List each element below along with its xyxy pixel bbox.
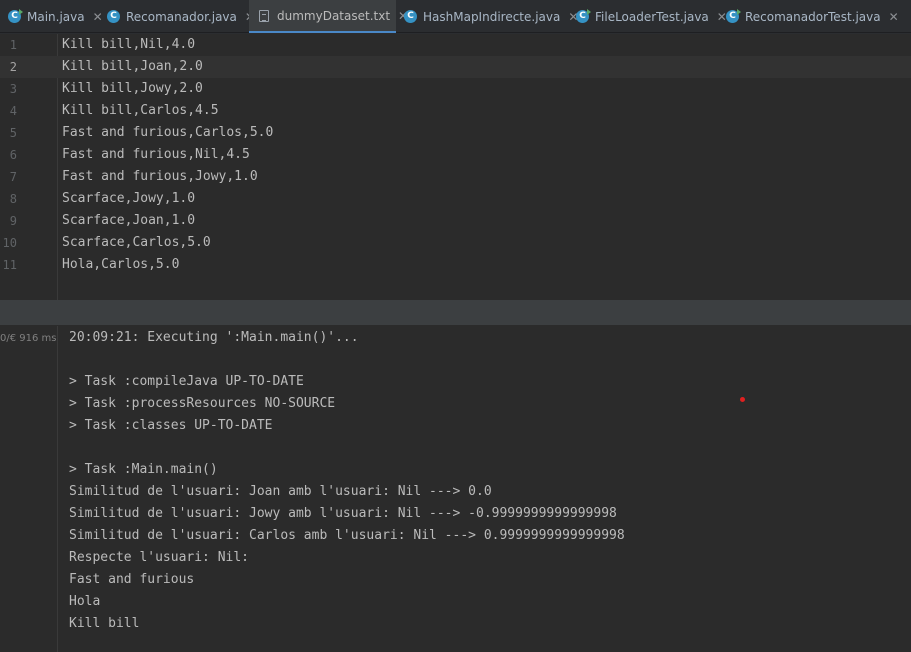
editor-tab-bar: C Main.java ✕ C Recomanador.java ✕ dummy…: [0, 0, 911, 33]
tab-main-java[interactable]: C Main.java ✕: [0, 0, 103, 33]
editor-line[interactable]: 6 Fast and furious,Nil,4.5: [0, 144, 911, 166]
line-number: 10: [2, 236, 17, 250]
execution-time: 0/€ 916 ms: [0, 333, 57, 344]
console-line: > Task :classes UP-TO-DATE: [69, 418, 273, 433]
line-number: 5: [9, 126, 17, 140]
editor-line[interactable]: 10 Scarface,Carlos,5.0: [0, 232, 911, 254]
console-line: 20:09:21: Executing ':Main.main()'...: [69, 330, 359, 345]
tab-label: FileLoaderTest.java: [595, 9, 709, 24]
line-text: Fast and furious,Carlos,5.0: [62, 125, 274, 140]
tab-hashmapindirecte-java[interactable]: C HashMapIndirecte.java ✕: [396, 0, 578, 33]
console-line: > Task :compileJava UP-TO-DATE: [69, 374, 304, 389]
java-class-icon: C: [107, 10, 120, 23]
editor-line[interactable]: 4 Kill bill,Carlos,4.5: [0, 100, 911, 122]
tab-label: RecomanadorTest.java: [745, 9, 881, 24]
editor-line[interactable]: 5 Fast and furious,Carlos,5.0: [0, 122, 911, 144]
text-editor[interactable]: 1 Kill bill,Nil,4.0 2 Kill bill,Joan,2.0 3…: [0, 34, 911, 300]
console-line: Fast and furious: [69, 572, 195, 587]
tab-label: Recomanador.java: [126, 9, 237, 24]
run-console[interactable]: 0/€ 916 ms 20:09:21: Executing ':Main.ma…: [0, 326, 911, 652]
console-gutter: 0/€ 916 ms: [0, 326, 58, 652]
line-number: 2: [9, 60, 17, 74]
close-icon[interactable]: ✕: [889, 10, 899, 24]
tab-recomanador-java[interactable]: C Recomanador.java ✕: [99, 0, 255, 33]
line-text: Fast and furious,Nil,4.5: [62, 147, 250, 162]
console-line: Respecte l'usuari: Nil:: [69, 550, 250, 565]
line-text: Kill bill,Nil,4.0: [62, 37, 196, 52]
java-class-run-icon: C: [576, 9, 591, 23]
line-text: Fast and furious,Jowy,1.0: [62, 169, 258, 184]
line-text: Scarface,Carlos,5.0: [62, 235, 211, 250]
line-text: Scarface,Joan,1.0: [62, 213, 196, 228]
line-text: Kill bill,Jowy,2.0: [62, 81, 203, 96]
editor-line[interactable]: 7 Fast and furious,Jowy,1.0: [0, 166, 911, 188]
tab-recomanadortest-java[interactable]: C RecomanadorTest.java ✕: [718, 0, 899, 33]
editor-line[interactable]: 1 Kill bill,Nil,4.0: [0, 34, 911, 56]
line-text: Kill bill,Carlos,4.5: [62, 103, 219, 118]
line-number: 1: [9, 38, 17, 52]
console-line: Hola: [69, 594, 101, 609]
tab-dummydataset-txt[interactable]: dummyDataset.txt ✕: [249, 0, 408, 33]
java-class-icon: C: [404, 10, 417, 23]
java-class-run-icon: C: [726, 9, 741, 23]
editor-line[interactable]: 11 Hola,Carlos,5.0: [0, 254, 911, 276]
line-number: 3: [9, 82, 17, 96]
line-number: 4: [9, 104, 17, 118]
tab-label: dummyDataset.txt: [277, 8, 391, 23]
editor-line[interactable]: 9 Scarface,Joan,1.0: [0, 210, 911, 232]
tab-fileloadertest-java[interactable]: C FileLoaderTest.java ✕: [568, 0, 727, 33]
line-number: 8: [9, 192, 17, 206]
editor-line-current[interactable]: 2 Kill bill,Joan,2.0: [0, 56, 911, 78]
console-line: Similitud de l'usuari: Joan amb l'usuari…: [69, 484, 492, 499]
line-number: 9: [9, 214, 17, 228]
red-dot-marker: [740, 397, 745, 402]
line-number: 6: [9, 148, 17, 162]
java-class-run-icon: C: [8, 9, 23, 23]
tab-label: HashMapIndirecte.java: [423, 9, 561, 24]
text-file-icon: [259, 9, 269, 22]
line-text: Kill bill,Joan,2.0: [62, 59, 203, 74]
console-line: Kill bill: [69, 616, 140, 631]
console-line: > Task :Main.main(): [69, 462, 218, 477]
editor-line[interactable]: 3 Kill bill,Jowy,2.0: [0, 78, 911, 100]
line-text: Scarface,Jowy,1.0: [62, 191, 196, 206]
line-number: 7: [9, 170, 17, 184]
panel-divider[interactable]: [0, 300, 911, 326]
console-line: Similitud de l'usuari: Jowy amb l'usuari…: [69, 506, 617, 521]
editor-line[interactable]: 8 Scarface,Jowy,1.0: [0, 188, 911, 210]
console-line: Similitud de l'usuari: Carlos amb l'usua…: [69, 528, 625, 543]
tab-label: Main.java: [27, 9, 85, 24]
line-text: Hola,Carlos,5.0: [62, 257, 180, 272]
console-line: > Task :processResources NO-SOURCE: [69, 396, 336, 411]
line-number: 11: [2, 258, 17, 272]
